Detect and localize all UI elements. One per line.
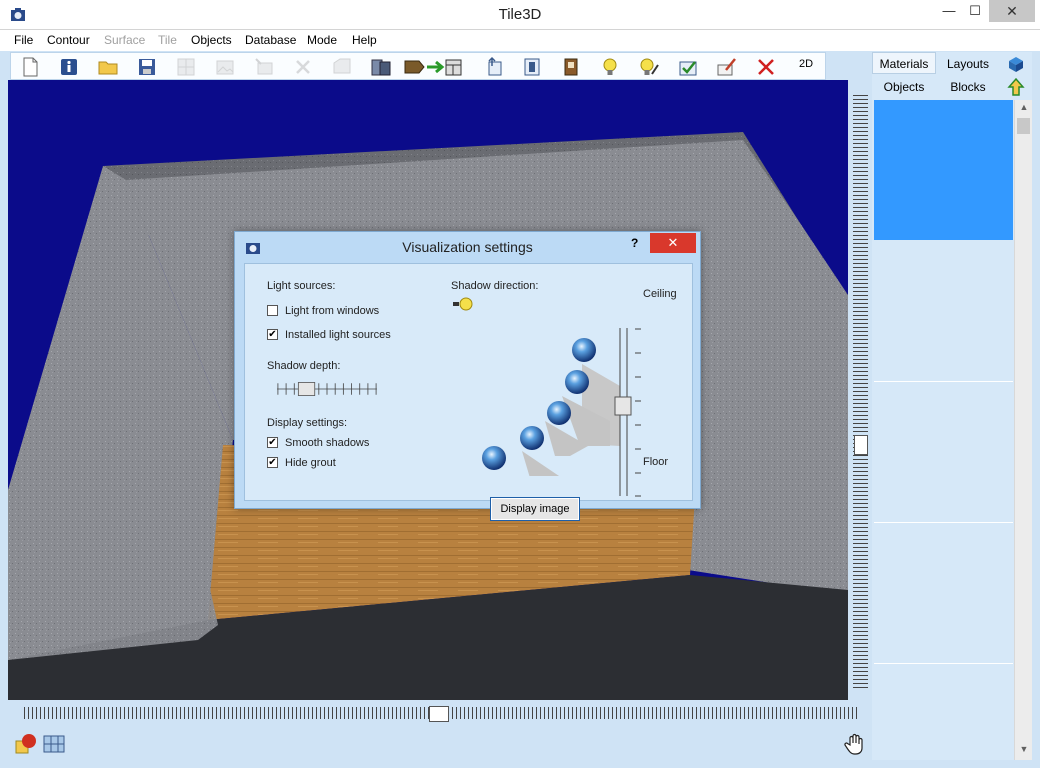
hide-grout-label[interactable]: Hide grout — [285, 457, 336, 469]
dialog-close-button[interactable]: ✕ — [650, 233, 696, 253]
toolbar: 2D — [10, 52, 826, 80]
hand-pan-icon[interactable] — [843, 732, 867, 756]
close-icon[interactable] — [755, 56, 777, 78]
window-title: Tile3D — [498, 6, 542, 23]
light-sources-label: Light sources: — [267, 280, 336, 292]
shadow-direction-preview — [482, 338, 620, 476]
shadow-depth-label: Shadow depth: — [267, 360, 341, 372]
menu-tile[interactable]: Tile — [158, 33, 177, 47]
move-icon[interactable] — [403, 56, 463, 78]
panel-icon[interactable] — [560, 56, 582, 78]
title-bar: Tile3D — ☐ ✕ — [0, 0, 1040, 30]
ceiling-label: Ceiling — [643, 288, 677, 300]
shape-icon[interactable] — [331, 56, 353, 78]
grid-view-icon[interactable] — [42, 732, 66, 756]
smooth-shadows-label[interactable]: Smooth shadows — [285, 437, 369, 449]
dialog-help-button[interactable]: ? — [631, 236, 638, 250]
floor-label: Floor — [643, 456, 669, 468]
shadow-direction-label: Shadow direction: — [451, 280, 539, 292]
display-settings-label: Display settings: — [267, 417, 348, 429]
dialog-title-bar[interactable]: Visualization settings ? ✕ — [235, 232, 700, 262]
tab-materials[interactable]: Materials — [872, 52, 936, 74]
new-icon[interactable] — [19, 56, 41, 78]
menu-contour[interactable]: Contour — [47, 33, 90, 47]
shadow-depth-thumb[interactable] — [297, 382, 316, 396]
list-separator — [874, 381, 1013, 382]
display-image-button[interactable]: Display image — [490, 497, 580, 521]
mode-2d-button[interactable]: 2D — [799, 58, 813, 70]
list-separator — [874, 663, 1013, 664]
menu-help[interactable]: Help — [352, 33, 377, 47]
menu-database[interactable]: Database — [245, 33, 296, 47]
vertical-slider-thumb[interactable] — [854, 435, 868, 455]
image-add-icon[interactable] — [253, 56, 275, 78]
shadow-direction-slider[interactable] — [613, 324, 643, 499]
maximize-button[interactable]: ☐ — [960, 0, 990, 22]
horizontal-slider-thumb[interactable] — [429, 706, 449, 722]
open-folder-icon[interactable] — [97, 56, 119, 78]
door-icon[interactable] — [370, 56, 392, 78]
smooth-shadows-checkbox[interactable]: ✔ — [267, 437, 278, 448]
light-bulb-icon — [453, 297, 473, 311]
visualization-settings-dialog: Visualization settings ? ✕ Light sources… — [234, 231, 701, 521]
list-item-selected[interactable] — [874, 100, 1013, 240]
horizontal-slider[interactable] — [24, 704, 858, 722]
delete-icon[interactable] — [292, 56, 314, 78]
edit-icon[interactable] — [716, 56, 738, 78]
installed-light-sources-checkbox[interactable]: ✔ — [267, 329, 278, 340]
hide-grout-checkbox[interactable]: ✔ — [267, 457, 278, 468]
materials-list[interactable] — [874, 100, 1013, 760]
menu-surface[interactable]: Surface — [104, 33, 145, 47]
light-from-windows-label[interactable]: Light from windows — [285, 305, 379, 317]
light-bulb-icon[interactable] — [599, 56, 621, 78]
installed-light-sources-label[interactable]: Installed light sources — [285, 329, 391, 341]
light-from-windows-checkbox[interactable] — [267, 305, 278, 316]
light-edit-icon[interactable] — [638, 56, 660, 78]
objects-3d-icon[interactable] — [14, 732, 38, 756]
scroll-up-arrow[interactable]: ▲ — [1015, 102, 1033, 112]
check-icon[interactable] — [677, 56, 699, 78]
scroll-thumb[interactable] — [1017, 118, 1030, 134]
cube-icon[interactable] — [1005, 54, 1027, 74]
image-icon[interactable] — [214, 56, 236, 78]
import-icon[interactable] — [521, 56, 543, 78]
arrow-up-icon[interactable] — [1005, 77, 1027, 97]
tab-layouts[interactable]: Layouts — [936, 52, 1000, 74]
shadow-depth-slider[interactable] — [265, 380, 389, 398]
menu-bar: File Contour Surface Tile Objects Databa… — [0, 30, 1040, 51]
dialog-body: Light sources: Light from windows ✔ Inst… — [244, 263, 693, 521]
tab-blocks[interactable]: Blocks — [936, 75, 1000, 97]
tab-objects[interactable]: Objects — [872, 75, 936, 97]
grid-icon[interactable] — [175, 56, 197, 78]
scroll-down-arrow[interactable]: ▼ — [1015, 744, 1033, 754]
list-separator — [874, 522, 1013, 523]
menu-mode[interactable]: Mode — [307, 33, 337, 47]
vertical-slider[interactable] — [850, 95, 868, 690]
list-scrollbar[interactable]: ▲ ▼ — [1014, 100, 1032, 760]
save-icon[interactable] — [136, 56, 158, 78]
menu-file[interactable]: File — [14, 33, 33, 47]
menu-objects[interactable]: Objects — [191, 33, 232, 47]
close-button[interactable]: ✕ — [989, 0, 1035, 22]
export-icon[interactable] — [483, 56, 505, 78]
panel-tabs: Materials Layouts Objects Blocks — [872, 52, 1002, 98]
shadow-direction-thumb[interactable] — [614, 396, 632, 416]
info-icon[interactable] — [58, 56, 80, 78]
